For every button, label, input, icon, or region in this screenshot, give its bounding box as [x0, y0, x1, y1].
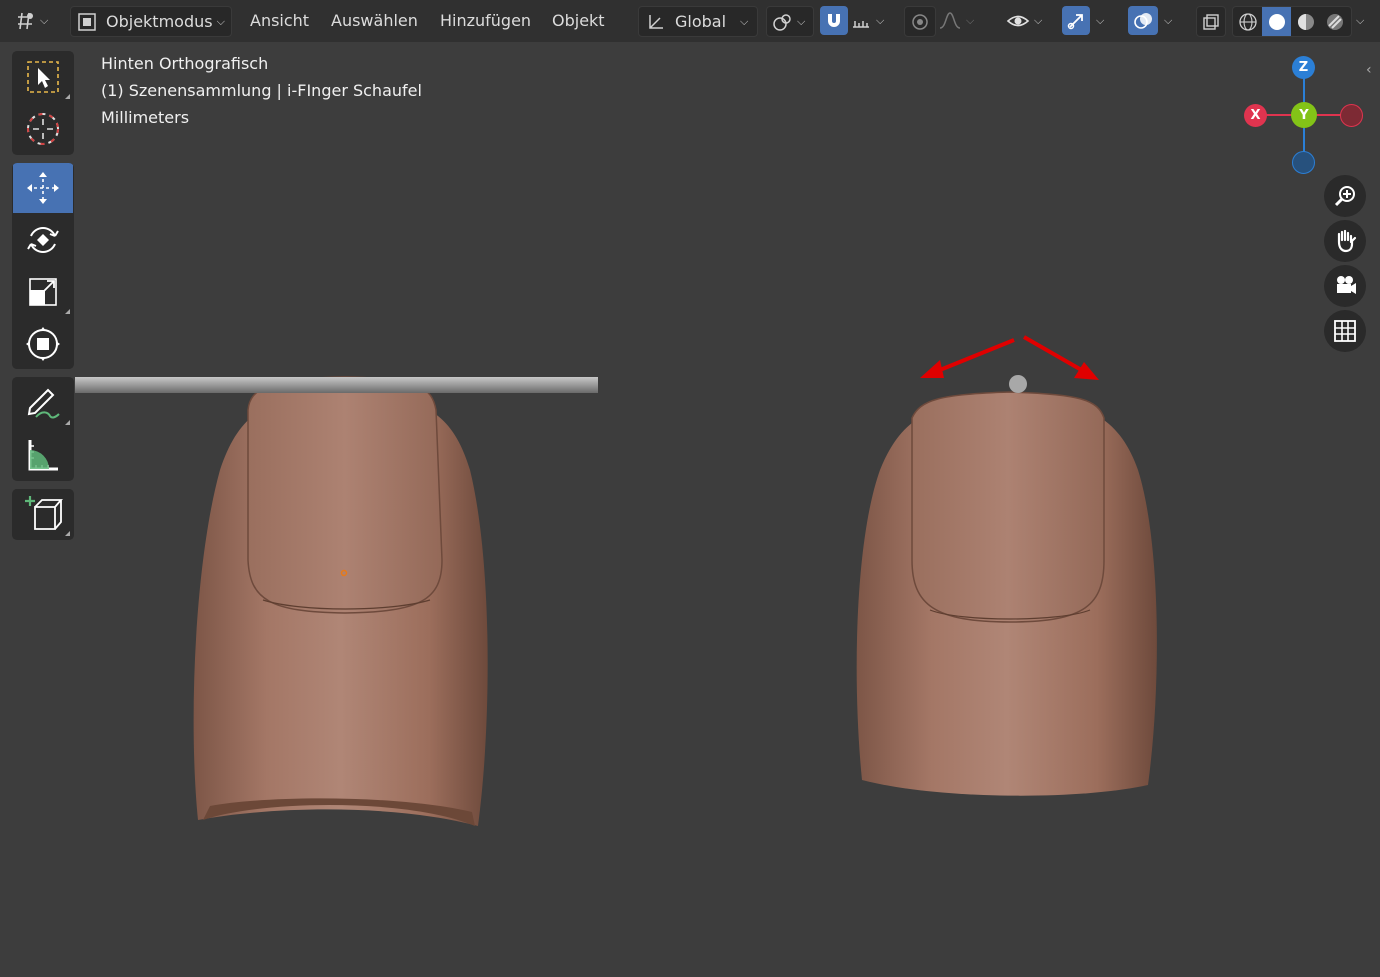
tube-bar[interactable] — [75, 377, 598, 393]
annotation-arrows — [920, 335, 1099, 380]
grey-marker-dot — [1009, 375, 1027, 393]
finger-left[interactable] — [193, 376, 488, 826]
scene-canvas — [75, 335, 1157, 826]
finger-right[interactable] — [856, 391, 1157, 796]
